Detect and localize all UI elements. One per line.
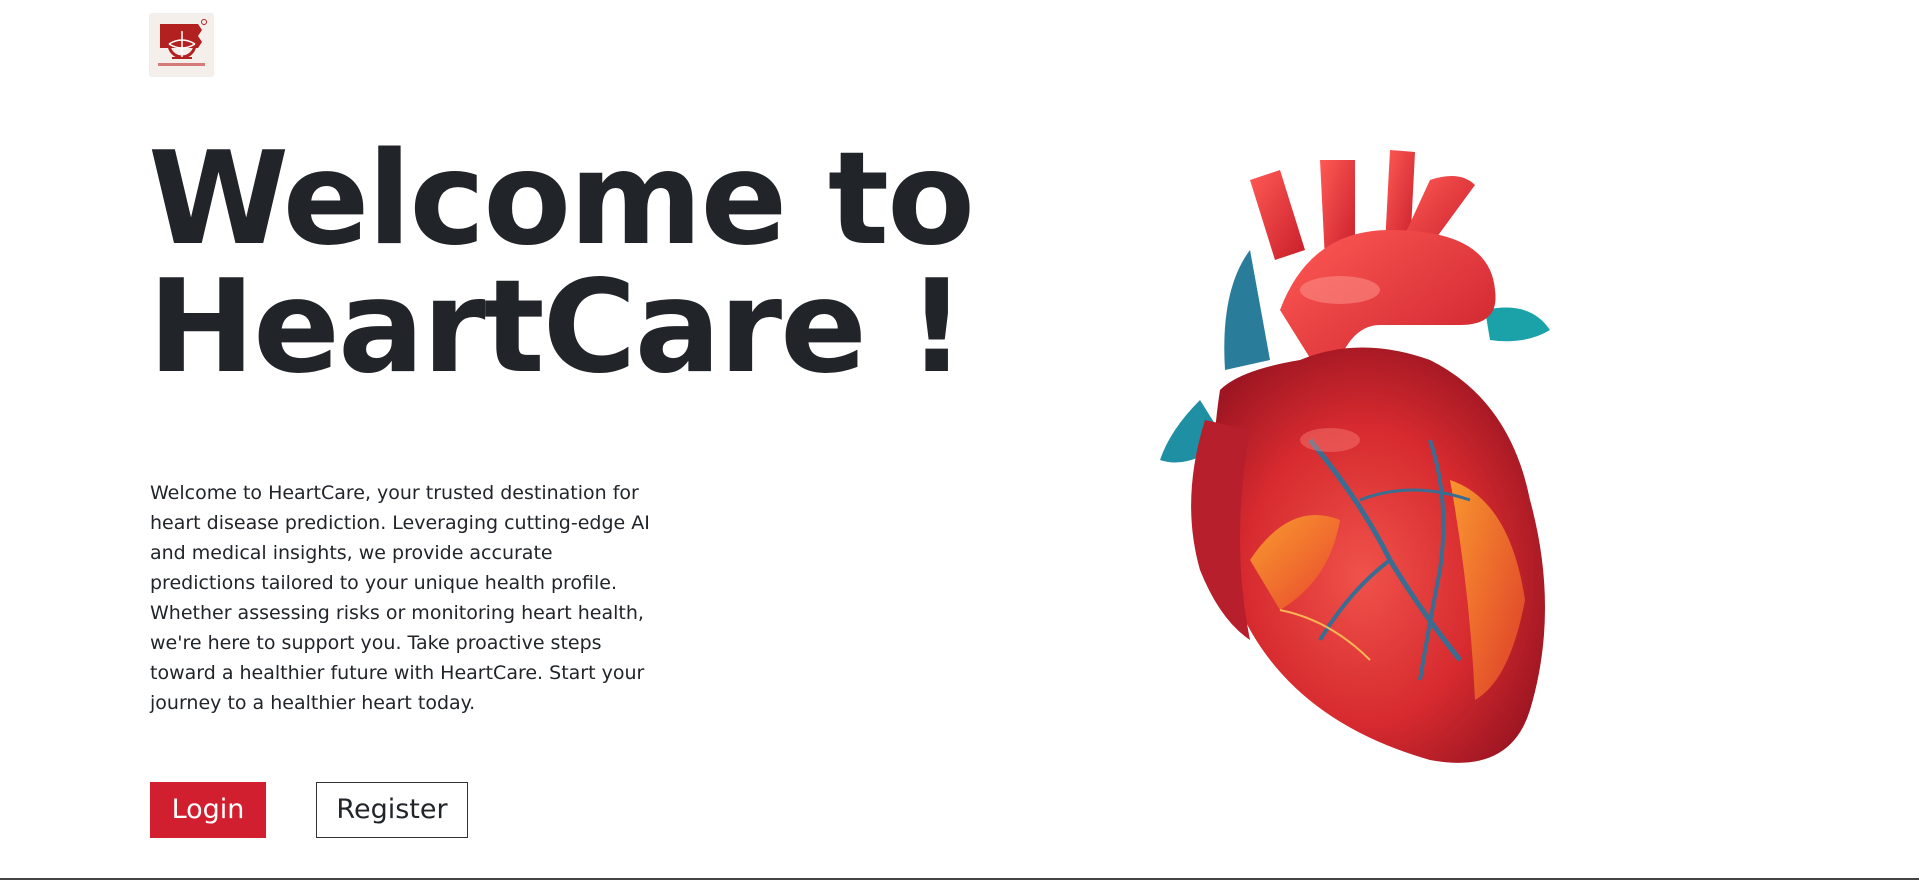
hero-title-line-1: Welcome to xyxy=(148,125,975,274)
landing-page: Welcome to HeartCare ! Welcome to HeartC… xyxy=(0,0,1919,880)
heart-illustration xyxy=(1130,140,1610,780)
login-button[interactable]: Login xyxy=(150,782,266,838)
globe-flag-logo-icon xyxy=(150,14,213,76)
hero-title: Welcome to HeartCare ! xyxy=(148,125,975,402)
intro-paragraph: Welcome to HeartCare, your trusted desti… xyxy=(150,482,650,714)
hero-title-line-2: HeartCare ! xyxy=(148,253,966,402)
anatomical-heart-illustration-icon xyxy=(1160,150,1550,763)
register-button[interactable]: Register xyxy=(316,782,468,838)
brand-logo[interactable] xyxy=(150,14,213,76)
